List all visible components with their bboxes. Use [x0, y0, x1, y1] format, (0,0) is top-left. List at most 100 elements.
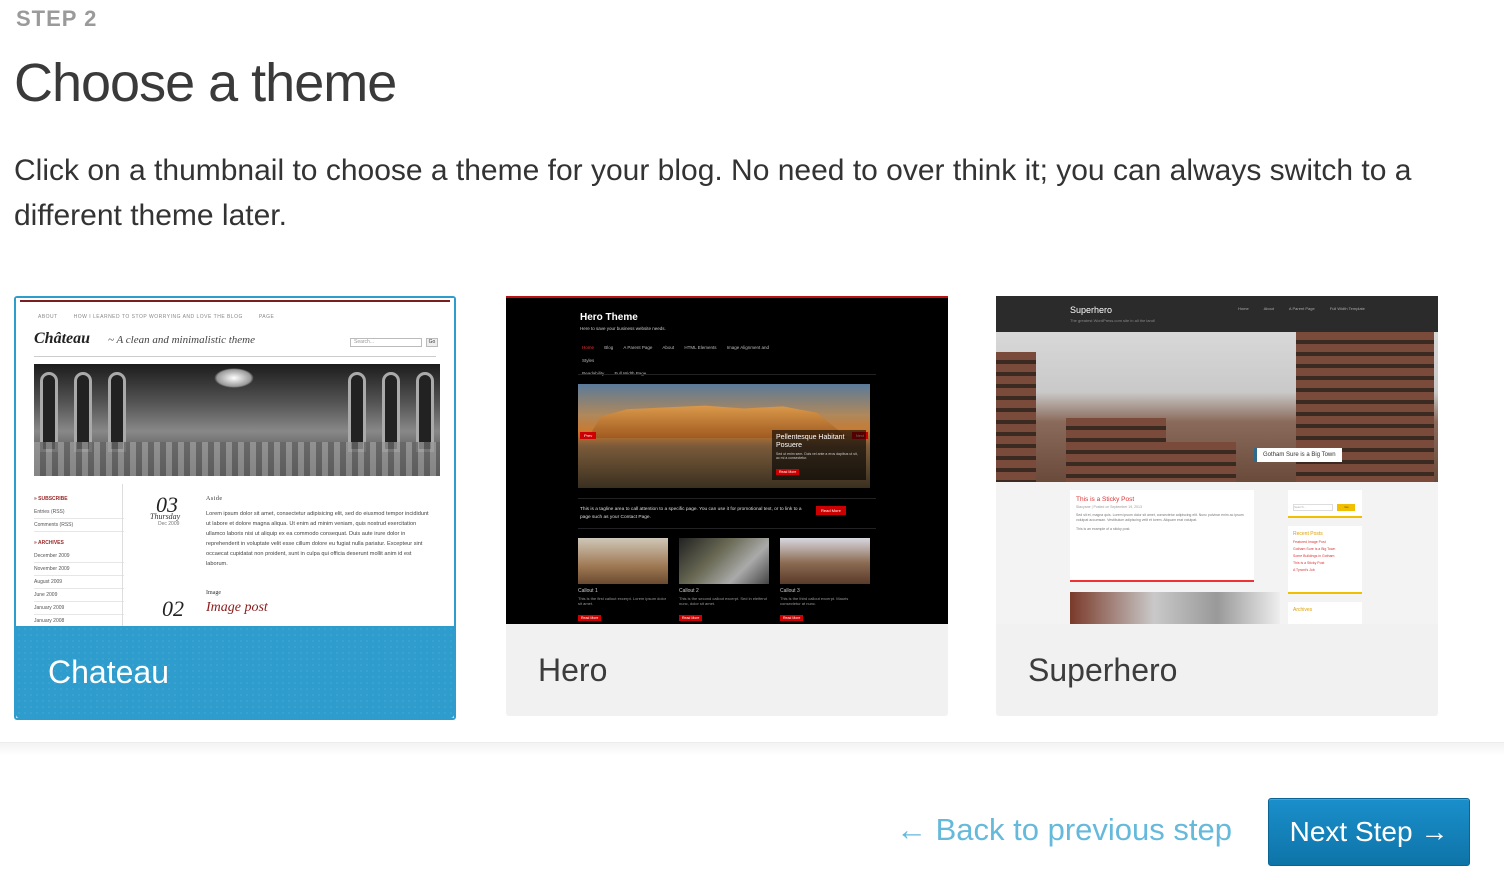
- preview-description: The greatest WordPress.com site in all t…: [1070, 318, 1156, 323]
- post-title: Image post: [206, 600, 268, 615]
- preview-hero-image: Gotham Sure is a Big Town: [996, 332, 1438, 482]
- preview-callout: Callout 3 This is the third callout exce…: [780, 538, 870, 624]
- theme-name: Chateau: [48, 654, 169, 690]
- sidebar-link: Entries (RSS): [34, 506, 124, 519]
- theme-thumbnail-hero[interactable]: Hero Theme Here to save your business we…: [506, 296, 948, 624]
- preview-search-button: Go: [426, 338, 438, 347]
- preview-search-button: Go: [1337, 504, 1356, 511]
- post-type: Aside: [206, 496, 223, 502]
- intro-text: Click on a thumbnail to choose a theme f…: [14, 154, 1412, 232]
- preview-nav-item: PAGE: [258, 314, 275, 320]
- preview-post-image: [1070, 592, 1280, 624]
- slider-caption-text: Sed ut enim sem. Duis vel ante a eros da…: [776, 452, 858, 460]
- slider-read-more: Read More: [776, 469, 800, 475]
- preview-tagline: ~ A clean and minimalistic theme: [108, 334, 255, 346]
- preview-callout: Callout 2 This is the second callout exc…: [679, 538, 769, 624]
- preview-callout: Callout 1 This is the first callout exce…: [578, 538, 668, 624]
- widget-link: Some Buildings in Gotham: [1293, 554, 1335, 558]
- callout-read-more: Read More: [578, 615, 602, 621]
- post-date: Dec 2009: [158, 521, 180, 527]
- preview-rule: [578, 528, 876, 529]
- back-to-previous-step-link[interactable]: ← Back to previous step: [896, 812, 1232, 848]
- thumbnail-top-rule: [20, 300, 450, 302]
- preview-nav-item: Full Width Template: [1329, 306, 1365, 311]
- callout-read-more: Read More: [780, 615, 804, 621]
- sidebar-heading: » ARCHIVES: [34, 540, 64, 546]
- widget-heading: Recent Posts: [1293, 531, 1323, 537]
- preview-sidebar: » SUBSCRIBE Entries (RSS) Comments (RSS)…: [34, 494, 124, 626]
- theme-thumbnail-chateau[interactable]: ABOUT HOW I LEARNED TO STOP WORRYING AND…: [16, 298, 454, 626]
- callout-title: Callout 3: [780, 588, 800, 594]
- preview-tagline: This is a tagline area to call attention…: [580, 507, 802, 520]
- sidebar-link: January 2009: [34, 602, 124, 615]
- preview-search: Search...: [350, 338, 422, 347]
- sidebar-link: August 2009: [34, 576, 124, 589]
- sidebar-link: June 2009: [34, 589, 124, 602]
- theme-name: Hero: [538, 652, 608, 688]
- preview-menu-item: A Parent Page: [623, 345, 653, 350]
- preview-header: [996, 296, 1438, 332]
- widget-link: This is a Sticky Post: [1293, 561, 1325, 565]
- widget-heading: Archives: [1293, 607, 1313, 613]
- preview-post: This is a Sticky Post Stacyane | Posted …: [1070, 490, 1254, 582]
- theme-card-hero[interactable]: Hero Theme Here to save your business we…: [506, 296, 948, 720]
- widget-link: A Tyrant's Job: [1293, 568, 1315, 572]
- callout-read-more: Read More: [679, 615, 703, 621]
- preview-subtitle: Here to save your business website needs…: [580, 326, 666, 331]
- preview-rule: [34, 356, 436, 357]
- preview-nav-item: ABOUT: [38, 314, 58, 320]
- sidebar-link: November 2009: [34, 563, 124, 576]
- slider-caption: Pellentesque Habitant Posuere Sed ut eni…: [772, 430, 866, 480]
- slider-caption-title: Pellentesque Habitant Posuere: [776, 434, 845, 449]
- preview-menu-item: About: [662, 345, 675, 350]
- callout-text: This is the third callout excerpt. Mauri…: [780, 596, 849, 606]
- preview-nav-item: HOW I LEARNED TO STOP WORRYING AND LOVE …: [73, 314, 243, 320]
- preview-archives: Archives: [1288, 602, 1362, 624]
- callout-text: This is the second callout excerpt. Sed …: [679, 596, 767, 606]
- preview-brand: Château: [34, 330, 91, 347]
- post-day: 02: [162, 596, 184, 621]
- sidebar-heading: » SUBSCRIBE: [34, 496, 68, 502]
- post-body: Lorem ipsum dolor sit amet, consectetur …: [206, 511, 429, 567]
- preview-menu-item: Home: [582, 345, 595, 350]
- theme-name-bar[interactable]: Superhero: [996, 624, 1438, 716]
- preview-nav-item: A Parent Page: [1288, 306, 1315, 311]
- theme-thumbnail-superhero[interactable]: Superhero The greatest WordPress.com sit…: [996, 296, 1438, 624]
- sidebar-link: January 2008: [34, 615, 124, 626]
- theme-name-bar[interactable]: Hero: [506, 624, 948, 716]
- callout-text: This is the first callout excerpt. Lorem…: [578, 596, 667, 606]
- sidebar-link: Comments (RSS): [34, 519, 124, 532]
- next-step-button[interactable]: Next Step →: [1268, 798, 1470, 866]
- preview-hero-image: [34, 364, 440, 476]
- step-label: STEP 2: [16, 6, 98, 31]
- preview-caption: Gotham Sure is a Big Town: [1254, 448, 1342, 462]
- post-type: Image: [206, 590, 221, 596]
- preview-rule: [578, 374, 876, 375]
- theme-name-bar[interactable]: Chateau: [16, 626, 454, 718]
- preview-search: Search...: [1293, 504, 1333, 511]
- preview-nav: ABOUT HOW I LEARNED TO STOP WORRYING AND…: [38, 314, 288, 320]
- preview-menu-item: HTML Elements: [684, 345, 717, 350]
- preview-title: Hero Theme: [580, 312, 638, 323]
- post-weekday: Thursday: [150, 512, 181, 521]
- page-title: Choose a theme: [14, 53, 397, 113]
- preview-column-divider: [122, 484, 123, 626]
- post-title: This is a Sticky Post: [1076, 496, 1135, 503]
- widget-link: Gotham Sure is a Big Town: [1293, 547, 1336, 551]
- callout-title: Callout 2: [679, 588, 699, 594]
- preview-rule: [578, 498, 876, 499]
- preview-logo: Superhero: [1070, 305, 1113, 315]
- preview-nav-item: Home: [1238, 306, 1249, 311]
- preview-recent-posts: Recent Posts Featured Image Post Gotham …: [1288, 526, 1362, 594]
- theme-card-chateau[interactable]: ABOUT HOW I LEARNED TO STOP WORRYING AND…: [14, 296, 456, 720]
- slider-prev: Prev: [580, 432, 597, 439]
- theme-name: Superhero: [1028, 652, 1178, 688]
- sidebar-link: December 2009: [34, 550, 124, 563]
- preview-slider: Prev Next Pellentesque Habitant Posuere …: [578, 384, 870, 488]
- post-body: Sed sit et, magna quis. Lorem ipsum dolo…: [1076, 513, 1244, 522]
- post-meta: Stacyane | Posted on September 19, 2013: [1076, 505, 1142, 509]
- theme-card-superhero[interactable]: Superhero The greatest WordPress.com sit…: [996, 296, 1438, 720]
- callout-title: Callout 1: [578, 588, 598, 594]
- widget-link: Featured Image Post: [1293, 540, 1326, 544]
- post-body: This is an example of a sticky post.: [1076, 527, 1131, 531]
